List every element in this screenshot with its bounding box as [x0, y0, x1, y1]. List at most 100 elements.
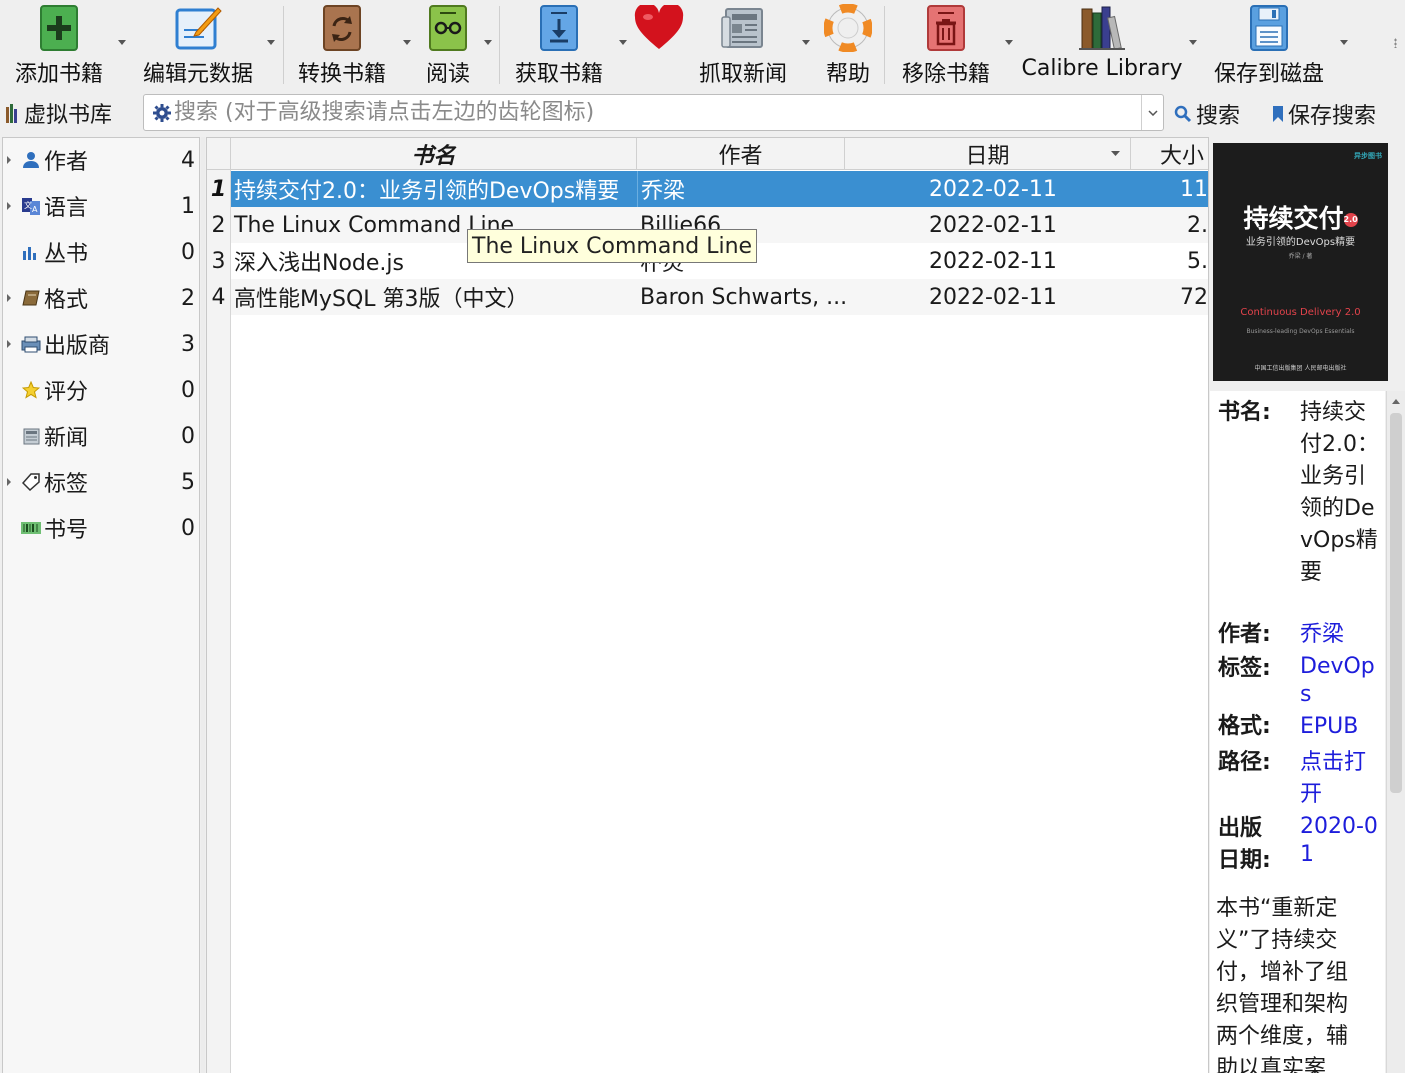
format-link[interactable]: EPUB: [1300, 711, 1380, 743]
search-history-dropdown[interactable]: [1141, 95, 1163, 130]
tag-browser: 作者 4 文A 语言 1 丛书 0 格式 2 出版商 3 评分 0 新闻 0 标…: [2, 137, 200, 1073]
author-link[interactable]: 乔梁: [1300, 619, 1380, 651]
tag-category-formats[interactable]: 格式 2: [3, 278, 199, 318]
svg-text:A: A: [32, 205, 38, 214]
tag-category-languages[interactable]: 文A 语言 1: [3, 186, 199, 226]
fetch-news-button[interactable]: 抓取新闻: [694, 0, 792, 88]
tag-category-series[interactable]: 丛书 0: [3, 232, 199, 272]
tag-category-authors[interactable]: 作者 4: [3, 140, 199, 180]
pubdate-label: 出版日期:: [1218, 816, 1271, 873]
magnifier-icon: [1174, 105, 1192, 123]
tags-label: 标签:: [1218, 656, 1271, 681]
sort-indicator-icon: [1111, 151, 1120, 156]
add-books-button[interactable]: 添加书籍: [8, 0, 110, 88]
book-cover[interactable]: 异步图书 持续交付2.0 业务引领的DevOps精要 乔梁 / 著 Contin…: [1213, 143, 1388, 381]
heart-icon: [633, 2, 685, 54]
read-book-icon: [422, 2, 474, 54]
scrollbar-thumb[interactable]: [1390, 413, 1402, 793]
calibre-library-dropdown[interactable]: [1189, 40, 1197, 45]
scroll-up-icon[interactable]: [1392, 399, 1400, 404]
tag-category-publishers[interactable]: 出版商 3: [3, 324, 199, 364]
chevron-down-icon: [1147, 109, 1158, 116]
save-search-button[interactable]: 保存搜索: [1272, 98, 1376, 130]
read-book-dropdown[interactable]: [484, 40, 492, 45]
cover-publishers: 中国工信出版集团 人民邮电出版社: [1254, 365, 1347, 372]
lifebuoy-icon: [822, 2, 874, 54]
expand-arrow-icon[interactable]: [7, 156, 11, 164]
edit-metadata-button[interactable]: 编辑元数据: [138, 0, 258, 88]
library-books-icon: [1076, 2, 1128, 54]
virtual-library-button[interactable]: 虚拟书库: [6, 96, 112, 130]
convert-books-button[interactable]: 转换书籍: [294, 0, 390, 88]
tag-category-identifiers[interactable]: 书号 0: [3, 508, 199, 548]
path-label: 路径:: [1218, 750, 1271, 775]
language-icon: 文A: [21, 196, 41, 216]
help-button[interactable]: 帮助: [820, 0, 876, 88]
donate-button[interactable]: [632, 0, 686, 88]
svg-text:文: 文: [24, 200, 32, 210]
toolbar-separator: [283, 6, 284, 84]
toolbar-overflow-handle[interactable]: [1394, 38, 1397, 48]
tags-link[interactable]: DevOps: [1300, 653, 1380, 709]
tag-category-tags[interactable]: 标签 5: [3, 462, 199, 502]
book-size-cell: 72: [1131, 279, 1208, 315]
main-toolbar: 添加书籍 编辑元数据 转换书籍 阅读 获取书籍 抓取新闻 帮助 移除书籍 Cal…: [0, 0, 1405, 90]
library-books-icon: [6, 104, 17, 123]
cover-subtitle: 业务引领的DevOps精要: [1245, 237, 1356, 248]
search-bar: 虚拟书库 搜索 保存搜索: [0, 92, 1405, 134]
expand-arrow-icon[interactable]: [7, 340, 11, 348]
table-row[interactable]: 1 持续交付2.0：业务引领的DevOps精要 乔梁 2022-02-11 11: [207, 171, 1208, 207]
remove-books-dropdown[interactable]: [1005, 40, 1013, 45]
book-format-icon: [21, 288, 41, 308]
book-author-cell: 乔梁: [637, 171, 845, 207]
column-header-title[interactable]: 书名: [231, 138, 637, 170]
read-book-button[interactable]: 阅读: [418, 0, 478, 88]
save-to-disk-dropdown[interactable]: [1340, 40, 1348, 45]
table-row[interactable]: 4 高性能MySQL 第3版（中文） Baron Schwarts, ... 2…: [207, 279, 1208, 315]
convert-icon: [316, 2, 368, 54]
column-header-size[interactable]: 大小: [1131, 138, 1208, 170]
tag-category-rating[interactable]: 评分 0: [3, 370, 199, 410]
column-header-author[interactable]: 作者: [637, 138, 845, 170]
tag-browser-splitter[interactable]: [201, 137, 205, 1073]
get-books-dropdown[interactable]: [619, 40, 627, 45]
book-list-header: 书名 作者 日期 大小: [207, 138, 1208, 170]
book-size-cell: 2.: [1131, 207, 1208, 243]
series-icon: [21, 242, 41, 262]
edit-metadata-dropdown[interactable]: [267, 40, 275, 45]
publisher-icon: [21, 334, 41, 354]
book-author-cell: Baron Schwarts, ...: [637, 279, 845, 315]
details-scrollbar[interactable]: [1386, 391, 1405, 1073]
save-to-disk-button[interactable]: 保存到磁盘: [1208, 0, 1330, 88]
remove-books-button[interactable]: 移除书籍: [896, 0, 996, 88]
search-input[interactable]: [174, 97, 1134, 128]
expand-arrow-icon[interactable]: [7, 478, 11, 486]
expand-arrow-icon[interactable]: [7, 202, 11, 210]
add-books-dropdown[interactable]: [118, 40, 126, 45]
search-input-container[interactable]: [143, 94, 1164, 131]
convert-books-dropdown[interactable]: [403, 40, 411, 45]
toolbar-separator: [884, 6, 885, 84]
book-size-cell: 5.: [1187, 248, 1208, 274]
path-link[interactable]: 点击打开: [1300, 747, 1380, 811]
search-button[interactable]: 搜索: [1174, 98, 1240, 130]
column-header-date[interactable]: 日期: [845, 138, 1131, 170]
fetch-news-dropdown[interactable]: [802, 40, 810, 45]
book-date-cell: 2022-02-11: [845, 279, 1131, 315]
pubdate-link[interactable]: 2020-01: [1300, 813, 1380, 869]
book-date-cell: 2022-02-11: [845, 207, 1131, 243]
person-icon: [21, 150, 41, 170]
download-icon: [533, 2, 585, 54]
calibre-library-button[interactable]: Calibre Library: [1021, 0, 1183, 88]
get-books-button[interactable]: 获取书籍: [510, 0, 608, 88]
book-size-cell: 11: [1131, 171, 1208, 207]
tag-category-news[interactable]: 新闻 0: [3, 416, 199, 456]
gear-icon[interactable]: [153, 104, 171, 122]
news-icon: [21, 426, 41, 446]
title-label: 书名:: [1218, 400, 1271, 425]
newspaper-icon: [717, 2, 769, 54]
expand-arrow-icon[interactable]: [7, 294, 11, 302]
format-label: 格式:: [1218, 714, 1271, 739]
tooltip: The Linux Command Line: [467, 229, 758, 263]
book-date-cell: 2022-02-11: [929, 248, 1057, 274]
